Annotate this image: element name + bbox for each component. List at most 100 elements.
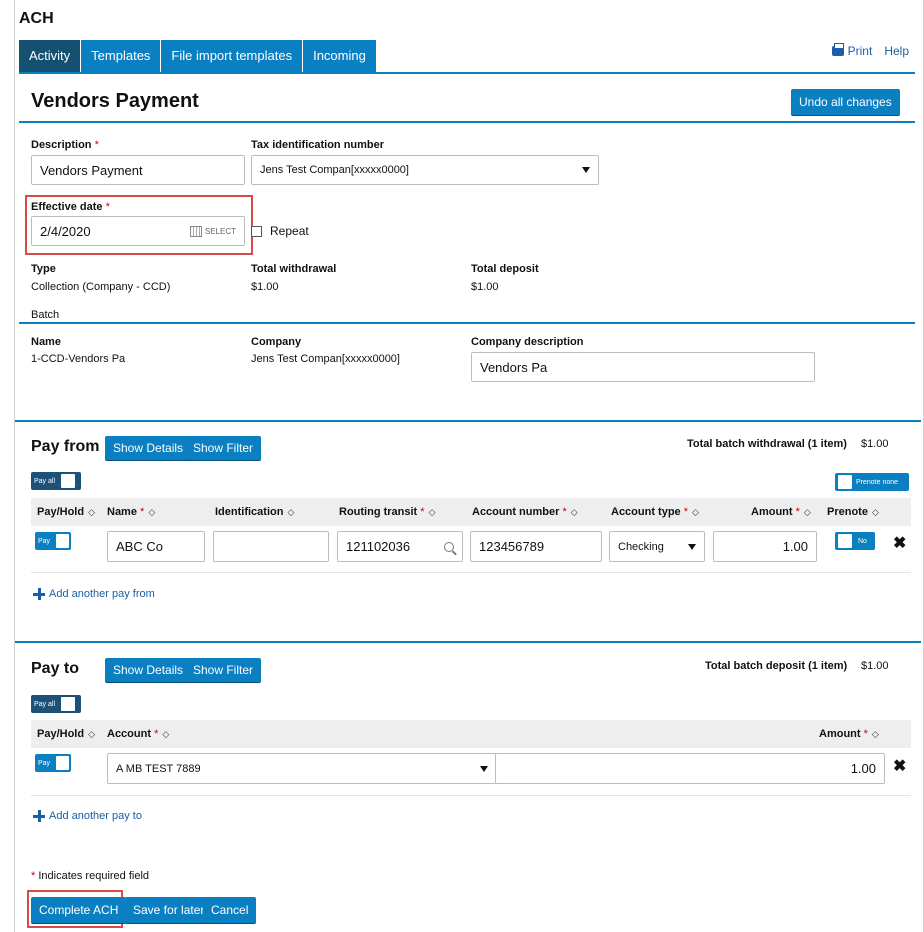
pay-to-show-filter-button[interactable]: Show Filter bbox=[185, 658, 262, 682]
pay-to-account-select[interactable]: A MB TEST 7889 bbox=[107, 753, 497, 784]
col-identification[interactable]: Identification ◇ bbox=[215, 506, 294, 518]
calendar-icon bbox=[189, 225, 202, 237]
col-pay-hold[interactable]: Pay/Hold ◇ bbox=[37, 506, 95, 518]
description-input[interactable]: Vendors Payment bbox=[31, 155, 245, 185]
pay-to-row-pay-toggle[interactable]: Pay bbox=[35, 754, 71, 772]
pay-from-account-number-input[interactable]: 123456789 bbox=[470, 531, 602, 562]
col-account-type[interactable]: Account type * ◇ bbox=[611, 506, 699, 518]
col-account[interactable]: Account * ◇ bbox=[107, 728, 169, 740]
pay-from-divider bbox=[15, 420, 921, 422]
toggle-knob bbox=[56, 534, 69, 548]
tab-bar: Activity Templates File import templates… bbox=[19, 40, 377, 72]
pay-from-account-type-select[interactable]: Checking bbox=[609, 531, 705, 562]
company-label: Company bbox=[251, 336, 302, 348]
save-for-later-button[interactable]: Save for later bbox=[125, 897, 213, 923]
pay-from-routing-input[interactable]: 121102036 bbox=[337, 531, 463, 562]
total-deposit-label: Total deposit bbox=[471, 263, 539, 275]
plus-icon bbox=[33, 588, 45, 600]
chevron-down-icon bbox=[688, 543, 696, 550]
col-label: Account number bbox=[472, 506, 560, 518]
name-value: 1-CCD-Vendors Pa bbox=[31, 353, 126, 365]
col-label: Account type bbox=[611, 506, 681, 518]
pay-from-row-pay-toggle[interactable]: Pay bbox=[35, 532, 71, 550]
pay-from-show-details-button[interactable]: Show Details bbox=[105, 436, 192, 460]
print-link[interactable]: Print bbox=[831, 43, 872, 58]
sort-icon: ◇ bbox=[570, 507, 578, 517]
batch-divider bbox=[19, 322, 915, 324]
chevron-down-icon bbox=[480, 765, 488, 772]
col-amount[interactable]: Amount * ◇ bbox=[751, 506, 811, 518]
sort-icon: ◇ bbox=[162, 729, 170, 739]
col-pay-hold[interactable]: Pay/Hold ◇ bbox=[37, 728, 95, 740]
effective-date-label: Effective date * bbox=[31, 201, 110, 213]
pay-from-title: Pay from bbox=[31, 438, 100, 455]
effective-date-input[interactable]: 2/4/2020 SELECT bbox=[31, 216, 245, 246]
pay-from-pay-all-toggle[interactable]: Pay all bbox=[31, 472, 81, 490]
tab-templates[interactable]: Templates bbox=[81, 40, 162, 72]
toggle-knob bbox=[838, 475, 852, 489]
pay-from-account-number-value: 123456789 bbox=[479, 539, 545, 554]
help-link[interactable]: Help bbox=[884, 44, 909, 58]
repeat-checkbox[interactable] bbox=[251, 225, 262, 237]
col-label: Pay/Hold bbox=[37, 728, 85, 740]
date-select-button[interactable]: SELECT bbox=[189, 225, 236, 237]
col-prenote[interactable]: Prenote ◇ bbox=[827, 506, 879, 518]
pay-from-amount-input[interactable]: 1.00 bbox=[713, 531, 817, 562]
repeat-option[interactable]: Repeat bbox=[251, 224, 309, 238]
toggle-knob bbox=[56, 756, 69, 770]
add-pay-from-link[interactable]: Add another pay from bbox=[33, 588, 155, 600]
sort-icon: ◇ bbox=[148, 507, 156, 517]
pay-from-amount-value: 1.00 bbox=[782, 539, 808, 554]
total-withdrawal-label: Total withdrawal bbox=[251, 263, 337, 275]
tab-file-import-templates[interactable]: File import templates bbox=[161, 40, 304, 72]
tab-incoming[interactable]: Incoming bbox=[303, 40, 377, 72]
col-label: Amount bbox=[751, 506, 793, 518]
pay-to-pay-all-toggle[interactable]: Pay all bbox=[31, 695, 81, 713]
col-amount[interactable]: Amount * ◇ bbox=[819, 728, 879, 740]
add-pay-to-label: Add another pay to bbox=[49, 810, 142, 822]
row-divider bbox=[31, 795, 911, 796]
delete-row-icon[interactable]: ✖ bbox=[893, 756, 906, 776]
total-withdrawal-value: $1.00 bbox=[251, 281, 279, 293]
pay-label: Pay bbox=[38, 537, 51, 545]
pay-from-prenote-toggle[interactable]: No bbox=[835, 532, 875, 550]
col-label: Account bbox=[107, 728, 151, 740]
company-description-input[interactable]: Vendors Pa bbox=[471, 352, 815, 382]
col-label: Amount bbox=[819, 728, 861, 740]
col-routing-transit[interactable]: Routing transit * ◇ bbox=[339, 506, 435, 518]
pay-from-routing-value: 121102036 bbox=[346, 539, 411, 554]
prenote-none-toggle[interactable]: Prenote none bbox=[835, 473, 909, 491]
required-asterisk: * bbox=[31, 870, 36, 882]
undo-all-changes-button[interactable]: Undo all changes bbox=[791, 89, 900, 115]
tab-activity[interactable]: Activity bbox=[19, 40, 82, 72]
cancel-button[interactable]: Cancel bbox=[203, 897, 257, 923]
tax-id-select[interactable]: Jens Test Compan[xxxxx0000] bbox=[251, 155, 599, 185]
col-name[interactable]: Name * ◇ bbox=[107, 506, 155, 518]
page-title: Vendors Payment bbox=[31, 90, 199, 112]
company-description-label: Company description bbox=[471, 336, 584, 348]
pay-to-show-details-button[interactable]: Show Details bbox=[105, 658, 192, 682]
type-label: Type bbox=[31, 263, 56, 275]
pay-to-amount-input[interactable]: 1.00 bbox=[495, 753, 885, 784]
add-pay-to-link[interactable]: Add another pay to bbox=[33, 810, 142, 822]
pay-to-amount-value: 1.00 bbox=[850, 761, 876, 776]
pay-label: Pay bbox=[38, 759, 51, 767]
required-note-text: Indicates required field bbox=[38, 870, 150, 882]
pay-from-show-filter-button[interactable]: Show Filter bbox=[185, 436, 262, 460]
required-asterisk: * bbox=[154, 728, 159, 740]
type-value: Collection (Company - CCD) bbox=[31, 281, 171, 293]
pay-from-name-input[interactable]: ABC Co bbox=[107, 531, 205, 562]
print-icon bbox=[831, 43, 844, 56]
required-note: * Indicates required field bbox=[31, 870, 149, 882]
toggle-knob bbox=[61, 697, 76, 711]
search-icon[interactable] bbox=[444, 541, 454, 552]
complete-ach-button[interactable]: Complete ACH bbox=[31, 897, 127, 923]
select-label: SELECT bbox=[204, 226, 236, 236]
col-account-number[interactable]: Account number * ◇ bbox=[472, 506, 578, 518]
ach-frame: ACH Activity Templates File import templ… bbox=[14, 0, 924, 932]
pay-from-identification-input[interactable] bbox=[213, 531, 329, 562]
delete-row-icon[interactable]: ✖ bbox=[893, 533, 906, 553]
tab-underline bbox=[19, 72, 915, 74]
pay-from-total-value: $1.00 bbox=[861, 438, 889, 450]
toggle-knob bbox=[61, 474, 76, 488]
